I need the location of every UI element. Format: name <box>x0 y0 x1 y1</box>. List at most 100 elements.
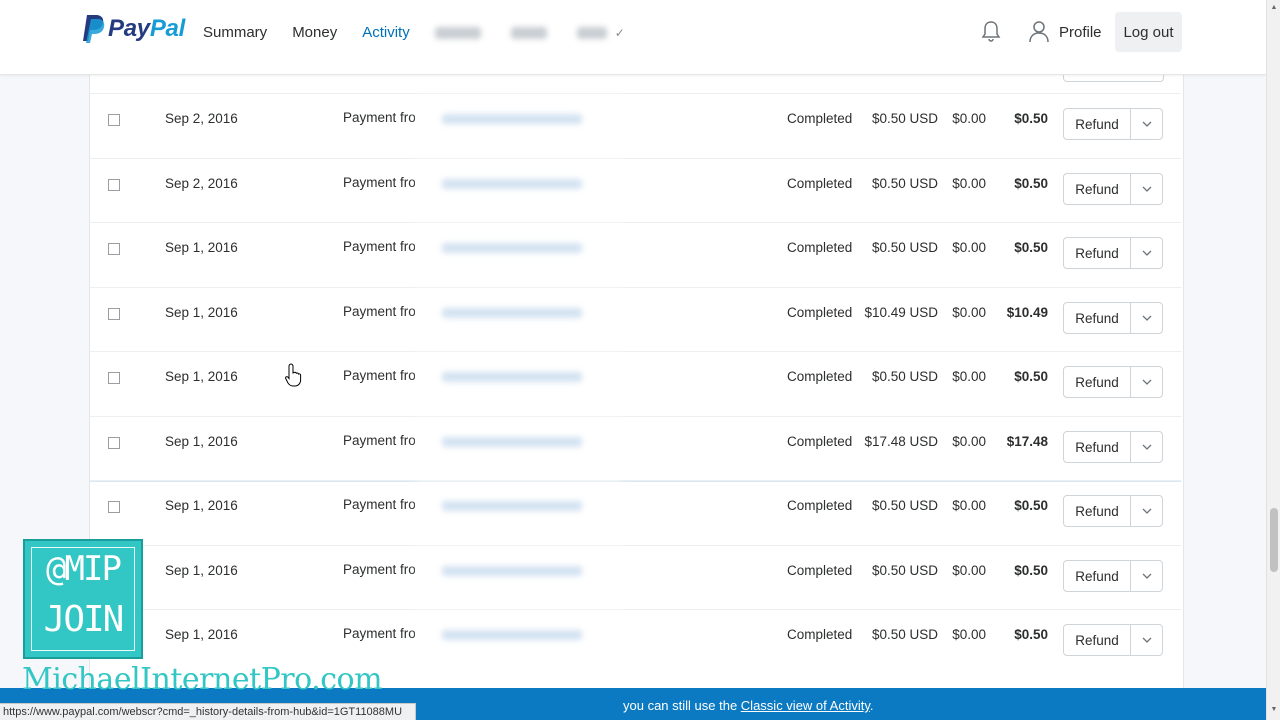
scroll-thumb[interactable] <box>1270 508 1278 572</box>
transaction-net: $0.50 <box>1014 627 1048 642</box>
refund-split-button[interactable]: Refund <box>1063 624 1163 656</box>
transaction-description[interactable]: Payment from <box>343 433 415 448</box>
transaction-description[interactable]: Payment from <box>343 626 415 641</box>
profile-link[interactable]: Profile <box>1029 21 1102 43</box>
nav-blurred-item[interactable] <box>576 26 607 39</box>
transaction-date: Sep 1, 2016 <box>165 369 238 384</box>
bell-icon[interactable] <box>980 20 1002 44</box>
refund-button[interactable]: Refund <box>1064 311 1130 326</box>
refund-split-button[interactable]: Refund <box>1063 173 1163 205</box>
user-icon <box>1029 21 1049 43</box>
chevron-down-icon[interactable] <box>1131 250 1162 256</box>
transaction-gross: $17.48 USD <box>864 434 938 449</box>
row-checkbox[interactable] <box>108 179 120 191</box>
table-row[interactable]: Sep 2, 2016Payment fromCompleted$0.50 US… <box>90 158 1181 223</box>
refund-split-button[interactable]: Refund <box>1063 366 1163 398</box>
paypal-logo[interactable]: PayPal <box>83 14 185 44</box>
payer-name-blurred[interactable] <box>442 437 582 447</box>
chevron-down-icon[interactable] <box>1131 444 1162 450</box>
chevron-down-icon[interactable] <box>1131 573 1162 579</box>
refund-split-button[interactable]: Refund <box>1063 302 1163 334</box>
nav-money[interactable]: Money <box>292 24 337 41</box>
main-nav: Summary Money Activity ✓ <box>203 24 625 41</box>
row-checkbox[interactable] <box>108 114 120 126</box>
transaction-net: $0.50 <box>1014 176 1048 191</box>
payer-name-blurred[interactable] <box>442 179 582 189</box>
table-row[interactable]: Sep 1, 2016Payment fromCompleted$0.50 US… <box>90 222 1181 287</box>
mip-join-badge: @MIP JOIN <box>23 539 143 659</box>
payer-name-blurred[interactable] <box>442 372 582 382</box>
transaction-description[interactable]: Payment from <box>343 239 415 254</box>
chevron-down-icon[interactable] <box>1131 637 1162 643</box>
logout-button[interactable]: Log out <box>1115 12 1182 52</box>
transaction-net: $10.49 <box>1006 305 1048 320</box>
transaction-date: Sep 1, 2016 <box>165 434 238 449</box>
refund-split-button[interactable]: Refund <box>1063 560 1163 592</box>
chevron-down-icon[interactable] <box>1131 186 1162 192</box>
transaction-gross: $0.50 USD <box>871 498 938 513</box>
scroll-up-arrow-icon[interactable]: ▲ <box>1270 4 1278 12</box>
hand-pointer-icon <box>285 363 302 387</box>
refund-split-button[interactable]: Refund <box>1063 237 1163 269</box>
transaction-description[interactable]: Payment from <box>343 497 415 512</box>
chevron-down-icon[interactable]: ✓ <box>615 26 625 40</box>
nav-blurred-item[interactable] <box>510 26 547 39</box>
nav-blurred-item[interactable] <box>434 26 481 39</box>
payer-name-blurred[interactable] <box>442 630 582 640</box>
refund-button[interactable]: Refund <box>1064 375 1130 390</box>
table-row[interactable]: Sep 1, 2016Payment fromCompleted$17.48 U… <box>90 416 1181 482</box>
nav-activity[interactable]: Activity <box>362 24 410 41</box>
refund-button[interactable]: Refund <box>1064 504 1130 519</box>
payer-name-blurred[interactable] <box>442 566 582 576</box>
chevron-down-icon[interactable] <box>1131 315 1162 321</box>
banner-text: you can still use the Classic view of Ac… <box>623 698 874 713</box>
refund-button[interactable]: Refund <box>1064 633 1130 648</box>
refund-button[interactable]: Refund <box>1064 246 1130 261</box>
transaction-fee: $0.00 <box>952 176 986 191</box>
table-row[interactable]: Sep 2, 2016Payment fromCompleted$0.50 US… <box>90 93 1181 158</box>
payer-name-blurred[interactable] <box>442 114 582 124</box>
refund-split-button[interactable]: Refund <box>1063 108 1163 140</box>
transaction-description[interactable]: Payment from <box>343 368 415 383</box>
refund-button[interactable]: Refund <box>1064 440 1130 455</box>
chevron-down-icon[interactable] <box>1131 508 1162 514</box>
transaction-description[interactable]: Payment from <box>343 562 415 577</box>
payer-name-blurred[interactable] <box>442 308 582 318</box>
transaction-gross: $0.50 USD <box>871 369 938 384</box>
refund-button[interactable]: Refund <box>1064 117 1130 132</box>
transaction-date: Sep 1, 2016 <box>165 563 238 578</box>
profile-label: Profile <box>1059 23 1102 41</box>
table-row[interactable]: Sep 1, 2016Payment fromCompleted$0.50 US… <box>90 545 1181 610</box>
nav-summary[interactable]: Summary <box>203 24 267 41</box>
transaction-fee: $0.00 <box>952 369 986 384</box>
row-checkbox[interactable] <box>108 243 120 255</box>
payer-name-blurred[interactable] <box>442 501 582 511</box>
scroll-down-arrow-icon[interactable]: ▼ <box>1270 706 1278 714</box>
row-checkbox[interactable] <box>108 501 120 513</box>
table-row[interactable]: Sep 1, 2016Payment fromCompleted$10.49 U… <box>90 287 1181 352</box>
transaction-description[interactable]: Payment from <box>343 175 415 190</box>
chevron-down-icon[interactable] <box>1131 379 1162 385</box>
table-row[interactable]: Sep 1, 2016Payment fromCompleted$0.50 US… <box>90 351 1181 416</box>
top-nav-bar: PayPal Summary Money Activity ✓ Profile … <box>0 0 1266 75</box>
transaction-fee: $0.00 <box>952 240 986 255</box>
refund-button[interactable]: Refund <box>1064 182 1130 197</box>
refund-split-button[interactable]: Refund <box>1063 495 1163 527</box>
refund-button[interactable]: Refund <box>1064 569 1130 584</box>
page-scrollbar[interactable]: ▲ ▼ <box>1266 0 1280 720</box>
payer-name-blurred[interactable] <box>442 243 582 253</box>
row-checkbox[interactable] <box>108 308 120 320</box>
refund-split-button[interactable]: Refund <box>1063 431 1163 463</box>
chevron-down-icon[interactable] <box>1131 121 1162 127</box>
browser-status-url: https://www.paypal.com/webscr?cmd=_histo… <box>0 703 416 720</box>
transaction-net: $17.48 <box>1006 434 1048 449</box>
table-row[interactable]: Sep 1, 2016Payment fromCompleted$0.50 US… <box>90 480 1181 545</box>
row-checkbox[interactable] <box>108 437 120 449</box>
paypal-wordmark: PayPal <box>108 15 185 42</box>
row-checkbox[interactable] <box>108 372 120 384</box>
transaction-description[interactable]: Payment from <box>343 304 415 319</box>
classic-view-link[interactable]: Classic view of Activity <box>741 698 870 713</box>
transaction-description[interactable]: Payment from <box>343 110 415 125</box>
transaction-date: Sep 2, 2016 <box>165 111 238 126</box>
transaction-gross: $0.50 USD <box>871 176 938 191</box>
